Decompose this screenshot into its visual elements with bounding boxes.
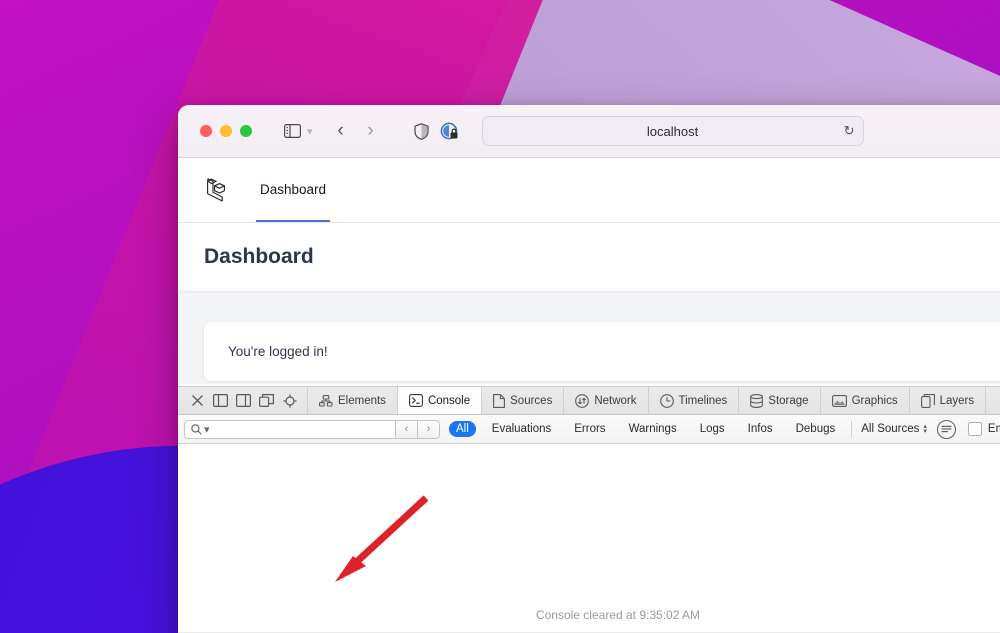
sources-select[interactable]: All Sources ▴▾	[861, 423, 927, 435]
tab-label: Timelines	[679, 395, 728, 407]
page-content: You're logged in!	[178, 292, 1000, 384]
forward-button[interactable]: ›	[356, 120, 386, 142]
app-navbar: Dashboard	[178, 158, 1000, 223]
tab-label: Console	[428, 395, 470, 407]
emulate-user-gesture-label: Emulate Us	[988, 423, 1000, 435]
tab-sources[interactable]: Sources	[482, 387, 564, 414]
dock-left-icon[interactable]	[210, 390, 231, 411]
filter-warnings[interactable]: Warnings	[622, 421, 684, 437]
search-dropdown-icon[interactable]: ▾	[204, 423, 210, 436]
inspector-tabbar: Elements Console Sources	[178, 387, 1000, 415]
tab-network[interactable]: Network	[564, 387, 648, 414]
reload-icon[interactable]: ↻	[844, 123, 855, 139]
dock-bottom-icon[interactable]	[233, 390, 254, 411]
search-next-button[interactable]: ›	[418, 420, 440, 439]
page-title: Dashboard	[204, 245, 1000, 269]
divider	[851, 421, 852, 437]
tab-graphics[interactable]: Graphics	[821, 387, 910, 414]
browser-toolbar: ▾ ‹ › localhost ↻	[178, 105, 1000, 158]
search-nav-buttons: ‹ ›	[396, 420, 440, 439]
tab-storage[interactable]: Storage	[739, 387, 820, 414]
element-picker-icon[interactable]	[279, 390, 300, 411]
zoom-window-button[interactable]	[240, 125, 252, 137]
nav-link-label: Dashboard	[260, 182, 326, 197]
filter-errors[interactable]: Errors	[567, 421, 612, 437]
console-output[interactable]: Console cleared at 9:35:02 AM { content …	[178, 444, 1000, 633]
tab-layers[interactable]: Layers	[910, 387, 987, 414]
chevron-down-icon[interactable]: ▾	[307, 125, 313, 138]
filter-all[interactable]: All	[449, 421, 476, 437]
logged-in-card: You're logged in!	[204, 322, 1000, 381]
console-cleared-message: Console cleared at 9:35:02 AM	[178, 608, 1000, 622]
tab-label: Graphics	[852, 395, 898, 407]
tab-console[interactable]: Console	[398, 387, 482, 414]
console-search-input[interactable]: ▾	[184, 420, 396, 439]
console-filter-bar: ▾ ‹ › All Evaluations Errors Warnings Lo…	[178, 415, 1000, 444]
tab-label: Storage	[768, 395, 808, 407]
web-inspector: Elements Console Sources	[178, 386, 1000, 633]
app-nav-links: Dashboard	[256, 158, 330, 222]
minimize-window-button[interactable]	[220, 125, 232, 137]
laravel-logo[interactable]	[204, 158, 230, 222]
tab-elements[interactable]: Elements	[308, 387, 398, 414]
sidebar-icon[interactable]	[278, 118, 306, 144]
nav-link-dashboard[interactable]: Dashboard	[256, 158, 330, 222]
tab-label: Layers	[940, 395, 975, 407]
filter-evaluations[interactable]: Evaluations	[485, 421, 558, 437]
filter-logs[interactable]: Logs	[693, 421, 732, 437]
tab-label: Sources	[510, 395, 552, 407]
filter-debugs[interactable]: Debugs	[789, 421, 843, 437]
url-text: localhost	[483, 124, 863, 139]
privacy-report-icon[interactable]	[436, 118, 464, 144]
undock-window-icon[interactable]	[256, 390, 277, 411]
desktop: ▾ ‹ › localhost ↻	[0, 0, 1000, 633]
tab-label: Network	[594, 395, 636, 407]
url-address-bar[interactable]: localhost ↻	[482, 116, 864, 146]
shield-icon[interactable]	[408, 118, 436, 144]
back-button[interactable]: ‹	[326, 120, 356, 142]
close-window-button[interactable]	[200, 125, 212, 137]
inspector-tool-buttons	[178, 387, 308, 414]
safari-browser-window: ▾ ‹ › localhost ↻	[178, 105, 1000, 633]
page-header: Dashboard	[178, 223, 1000, 292]
emulate-user-gesture-checkbox[interactable]	[968, 422, 982, 436]
window-traffic-lights[interactable]	[200, 125, 252, 137]
logged-in-text: You're logged in!	[228, 344, 328, 359]
search-prev-button[interactable]: ‹	[396, 420, 418, 439]
filter-infos[interactable]: Infos	[741, 421, 780, 437]
group-similar-icon[interactable]	[937, 420, 956, 439]
tab-timelines[interactable]: Timelines	[649, 387, 740, 414]
stepper-icon[interactable]: ▴▾	[923, 424, 927, 434]
sources-label: All Sources	[861, 423, 919, 435]
tab-label: Elements	[338, 395, 386, 407]
close-inspector-icon[interactable]	[187, 390, 208, 411]
